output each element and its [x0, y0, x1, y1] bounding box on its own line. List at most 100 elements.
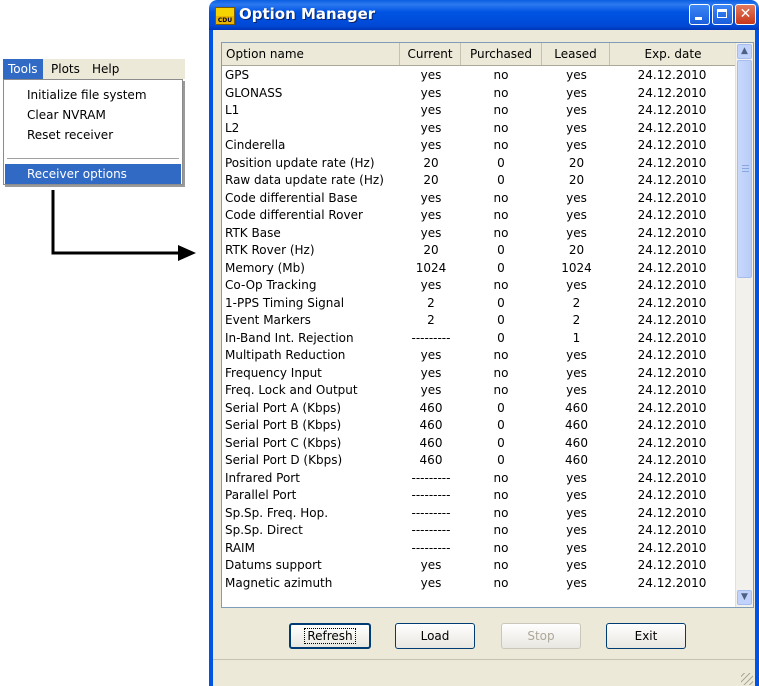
table-row[interactable]: Sp.Sp. Direct --------- no yes 24.12.2010 — [222, 522, 737, 540]
table-row[interactable]: Datums support yes no yes 24.12.2010 — [222, 557, 737, 575]
cell-option-name: L2 — [225, 120, 240, 135]
minimize-button[interactable] — [689, 4, 710, 25]
table-row[interactable]: In-Band Int. Rejection --------- 0 1 24.12.2… — [222, 330, 737, 348]
cell-exp-date: 24.12.2010 — [637, 138, 707, 152]
scroll-up-button[interactable]: ▲ — [737, 44, 752, 59]
cell-purchased: no — [493, 488, 509, 502]
table-row[interactable]: Event Markers 2 0 2 24.12.2010 — [222, 312, 737, 330]
cell-exp-date: 24.12.2010 — [637, 365, 707, 380]
table-row[interactable]: Cinderella yes no yes 24.12.2010 — [222, 137, 737, 155]
title-bar[interactable]: CDU Option Manager ✕ — [209, 0, 759, 30]
table-row[interactable]: Parallel Port --------- no yes 24.12.2010 — [222, 487, 737, 505]
cell-purchased: 0 — [497, 400, 505, 415]
table-row[interactable]: Raw data update rate (Hz) 20 0 20 24.12.2010 — [222, 172, 737, 190]
load-button[interactable]: Load — [395, 623, 475, 649]
cell-current: yes — [420, 383, 442, 397]
grid-header: Option name Current Purchased Leased Exp… — [222, 43, 737, 66]
cell-leased: yes — [566, 225, 587, 240]
cell-purchased: no — [493, 575, 509, 590]
table-row[interactable]: GLONASS yes no yes 24.12.2010 — [222, 85, 737, 103]
close-button[interactable]: ✕ — [735, 4, 756, 25]
cell-purchased: no — [493, 470, 509, 485]
cell-exp-date: 24.12.2010 — [637, 558, 707, 572]
cell-purchased: 0 — [497, 330, 505, 345]
cell-option-name: Freq. Lock and Output — [225, 383, 358, 397]
cell-current: yes — [420, 103, 442, 117]
table-row[interactable]: Co-Op Tracking yes no yes 24.12.2010 — [222, 277, 737, 295]
cell-purchased: no — [493, 85, 509, 100]
cell-leased: yes — [566, 68, 587, 82]
cell-option-name: Code differential Rover — [225, 208, 363, 222]
table-row[interactable]: Serial Port C (Kbps) 460 0 460 24.12.2010 — [222, 435, 737, 453]
options-grid[interactable]: Option name Current Purchased Leased Exp… — [221, 42, 754, 608]
cell-current: 460 — [419, 453, 443, 467]
table-row[interactable]: 1-PPS Timing Signal 2 0 2 24.12.2010 — [222, 295, 737, 313]
cell-option-name: L1 — [225, 103, 240, 117]
header-exp-date[interactable]: Exp. date — [610, 43, 737, 65]
cell-leased: yes — [566, 558, 587, 572]
table-row[interactable]: Sp.Sp. Freq. Hop. --------- no yes 24.12.201… — [222, 505, 737, 523]
table-row[interactable]: L1 yes no yes 24.12.2010 — [222, 102, 737, 120]
header-purchased[interactable]: Purchased — [461, 43, 542, 65]
cell-leased: 1024 — [561, 260, 592, 275]
table-row[interactable]: Freq. Lock and Output yes no yes 24.12.2010 — [222, 382, 737, 400]
cell-exp-date: 24.12.2010 — [637, 68, 707, 82]
scroll-thumb[interactable] — [737, 60, 752, 278]
cell-leased: yes — [566, 540, 587, 555]
table-row[interactable]: Frequency Input yes no yes 24.12.2010 — [222, 365, 737, 383]
cell-leased: 20 — [568, 243, 585, 257]
cell-current: 460 — [419, 418, 443, 432]
exit-button[interactable]: Exit — [606, 623, 686, 649]
cell-current: yes — [420, 575, 442, 590]
scroll-down-button[interactable]: ▼ — [737, 590, 752, 605]
cell-current: 20 — [423, 173, 439, 187]
header-option-name[interactable]: Option name — [222, 43, 400, 65]
cell-leased: yes — [566, 138, 587, 152]
cell-current: --------- — [411, 330, 451, 345]
table-row[interactable]: Serial Port D (Kbps) 460 0 460 24.12.2010 — [222, 452, 737, 470]
stop-button[interactable]: Stop — [501, 623, 581, 649]
table-row[interactable]: Position update rate (Hz) 20 0 20 24.12.2010 — [222, 155, 737, 173]
cell-purchased: no — [493, 278, 509, 292]
cell-leased: yes — [566, 575, 587, 590]
cell-option-name: Cinderella — [225, 138, 286, 152]
refresh-button[interactable]: Refresh — [289, 623, 371, 649]
cell-purchased: 0 — [497, 418, 505, 432]
cell-current: 460 — [419, 435, 443, 450]
cell-option-name: 1-PPS Timing Signal — [225, 295, 345, 310]
table-row[interactable]: Code differential Rover yes no yes 24.12.201… — [222, 207, 737, 225]
window-title: Option Manager — [239, 5, 376, 23]
cell-exp-date: 24.12.2010 — [637, 383, 707, 397]
cell-leased: 2 — [572, 295, 581, 310]
cell-current: 2 — [427, 295, 435, 310]
cell-exp-date: 24.12.2010 — [637, 523, 707, 537]
cell-leased: 460 — [565, 435, 588, 450]
header-current[interactable]: Current — [400, 43, 461, 65]
vertical-scrollbar[interactable]: ▲ ▼ — [735, 43, 753, 607]
table-row[interactable]: RTK Base yes no yes 24.12.2010 — [222, 225, 737, 243]
cell-current: --------- — [411, 540, 451, 555]
table-row[interactable]: Serial Port A (Kbps) 460 0 460 24.12.2010 — [222, 400, 737, 418]
table-row[interactable]: Serial Port B (Kbps) 460 0 460 24.12.2010 — [222, 417, 737, 435]
cell-option-name: Sp.Sp. Direct — [225, 523, 303, 537]
app-icon: CDU — [215, 7, 235, 25]
table-row[interactable]: L2 yes no yes 24.12.2010 — [222, 120, 737, 138]
maximize-button[interactable] — [712, 4, 733, 25]
table-row[interactable]: Code differential Base yes no yes 24.12.2010 — [222, 190, 737, 208]
table-row[interactable]: Magnetic azimuth yes no yes 24.12.2010 — [222, 575, 737, 593]
cell-exp-date: 24.12.2010 — [637, 418, 707, 432]
cell-current: --------- — [411, 523, 451, 537]
cell-purchased: 0 — [497, 243, 505, 257]
header-leased[interactable]: Leased — [542, 43, 610, 65]
table-row[interactable]: RAIM --------- no yes 24.12.2010 — [222, 540, 737, 558]
size-grip[interactable] — [741, 673, 753, 685]
table-row[interactable]: GPS yes no yes 24.12.2010 — [222, 67, 737, 85]
table-row[interactable]: RTK Rover (Hz) 20 0 20 24.12.2010 — [222, 242, 737, 260]
cell-current: yes — [420, 348, 442, 362]
cell-option-name: Sp.Sp. Freq. Hop. — [225, 505, 329, 520]
table-row[interactable]: Memory (Mb) 1024 0 1024 24.12.2010 — [222, 260, 737, 278]
table-row[interactable]: Infrared Port --------- no yes 24.12.2010 — [222, 470, 737, 488]
table-row[interactable]: Multipath Reduction yes no yes 24.12.2010 — [222, 347, 737, 365]
cell-purchased: no — [493, 190, 509, 205]
cell-purchased: 0 — [497, 155, 505, 170]
